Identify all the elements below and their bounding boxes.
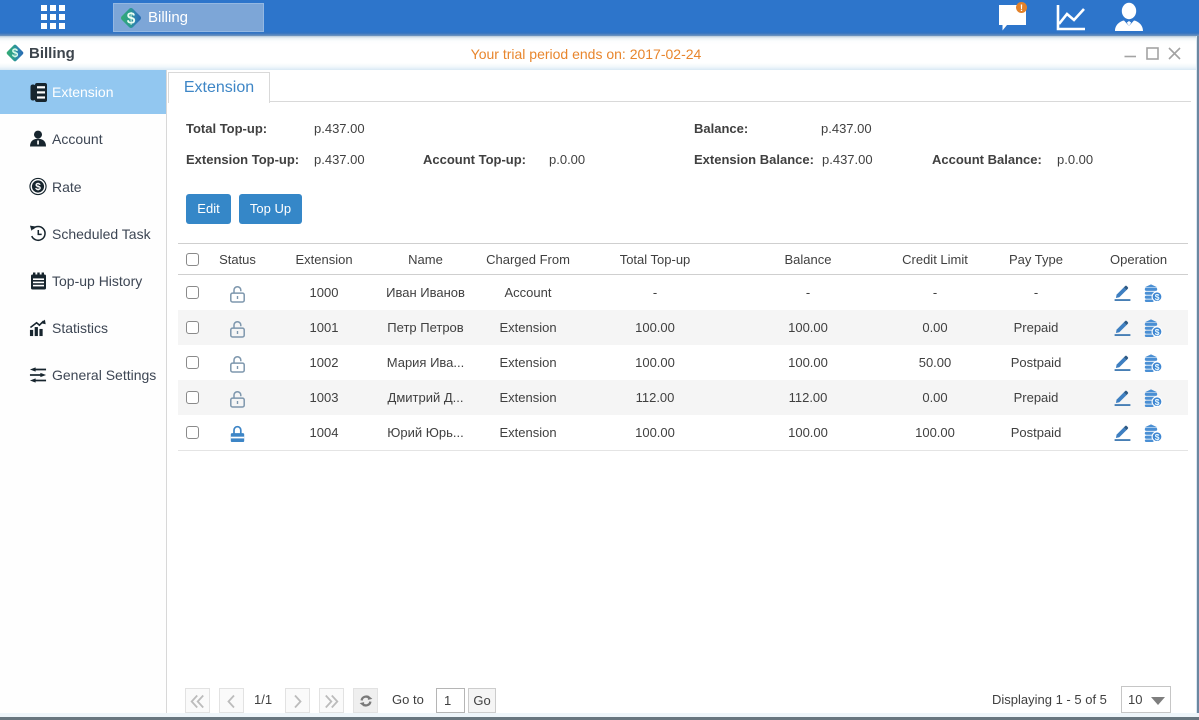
svg-text:$: $	[1155, 431, 1160, 441]
svg-text:!: !	[1020, 3, 1023, 13]
svg-text:$: $	[1155, 396, 1160, 406]
svg-text:$: $	[1155, 291, 1160, 301]
svg-text:$: $	[1155, 326, 1160, 336]
svg-text:$: $	[35, 182, 41, 193]
svg-text:$: $	[127, 10, 136, 27]
svg-text:$: $	[1155, 361, 1160, 371]
